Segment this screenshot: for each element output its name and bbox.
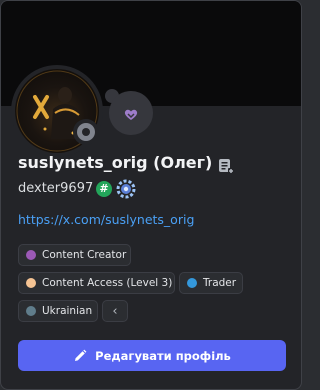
role-color-dot [26,278,36,288]
profile-card: suslynets_orig (Олег) dexter9697 # https… [0,0,302,390]
role-chip-content-access[interactable]: Content Access (Level 3) [18,272,175,294]
username[interactable]: dexter9697 [18,181,93,196]
roles-collapse-button[interactable]: ‹ [102,300,128,322]
nitro-gear-badge-icon[interactable] [116,179,136,199]
role-label: Trader [203,277,237,289]
edit-profile-button[interactable]: Редагувати профіль [18,340,286,371]
hashtag-badge-icon[interactable]: # [96,181,112,197]
role-chip-ukrainian[interactable]: Ukrainian [18,300,98,322]
role-chip-trader[interactable]: Trader [179,272,243,294]
display-name: suslynets_orig (Олег) [18,153,213,172]
role-color-dot [26,250,36,260]
role-color-dot [26,306,36,316]
role-chip-content-creator[interactable]: Content Creator [18,244,131,266]
pencil-icon [75,349,87,361]
offline-status-icon [73,119,99,145]
profile-link[interactable]: https://x.com/suslynets_orig [18,212,194,227]
role-color-dot [187,278,197,288]
edit-profile-label: Редагувати профіль [95,348,231,363]
add-note-icon[interactable] [217,157,235,175]
activity-bubble-icon [124,109,138,120]
role-label: Ukrainian [42,305,93,317]
role-label: Content Access (Level 3) [42,277,173,289]
role-label: Content Creator [42,249,127,261]
